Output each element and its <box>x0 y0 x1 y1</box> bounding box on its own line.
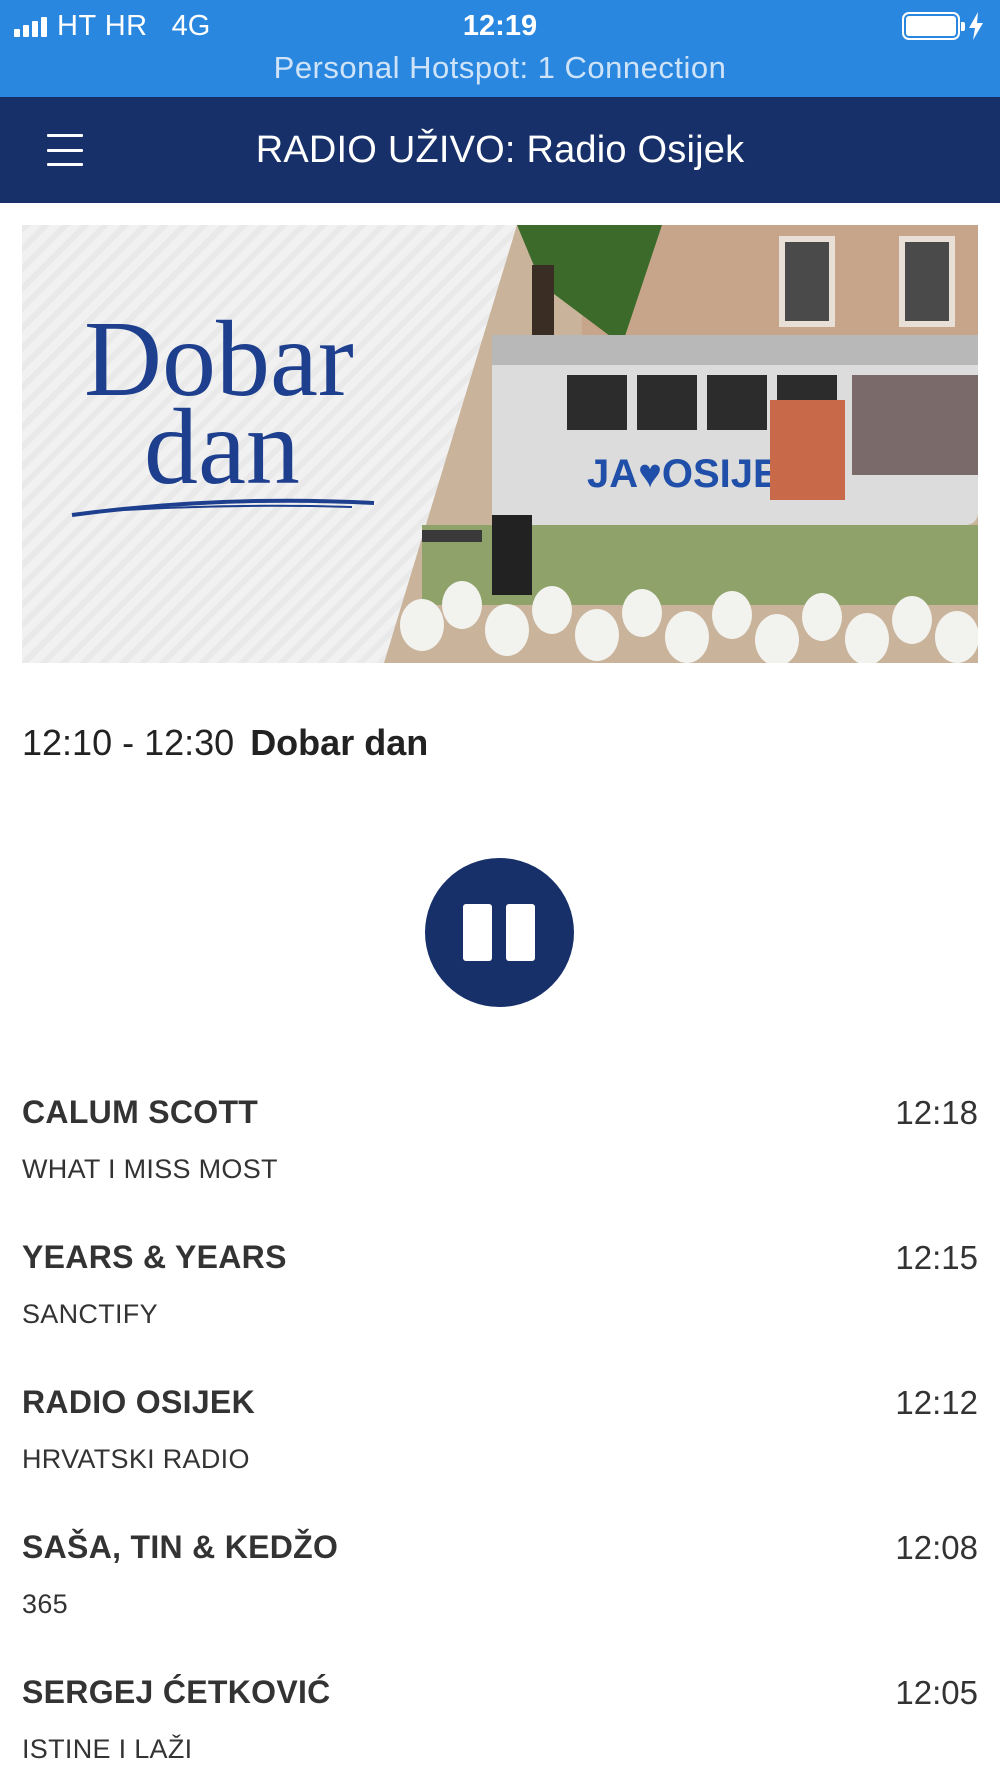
list-item[interactable]: YEARS & YEARS SANCTIFY 12:15 <box>22 1233 978 1378</box>
app-header: RADIO UŽIVO: Radio Osijek <box>0 97 1000 203</box>
show-name: Dobar dan <box>250 722 429 763</box>
hotspot-banner[interactable]: Personal Hotspot: 1 Connection <box>0 50 1000 86</box>
track-list: CALUM SCOTT WHAT I MISS MOST 12:18 YEARS… <box>22 1088 978 1778</box>
track-artist: SERGEJ ĆETKOVIĆ <box>22 1674 331 1710</box>
track-title: ISTINE I LAŽI <box>22 1734 193 1764</box>
track-artist: RADIO OSIJEK <box>22 1384 255 1420</box>
status-right <box>902 10 986 42</box>
track-title: 365 <box>22 1589 68 1619</box>
track-artist: YEARS & YEARS <box>22 1239 287 1275</box>
pause-button[interactable] <box>425 858 574 1007</box>
page-title: RADIO UŽIVO: Radio Osijek <box>255 129 745 171</box>
track-title: WHAT I MISS MOST <box>22 1154 278 1184</box>
track-title: SANCTIFY <box>22 1299 158 1329</box>
list-item[interactable]: CALUM SCOTT WHAT I MISS MOST 12:18 <box>22 1088 978 1233</box>
track-time: 12:05 <box>895 1674 978 1711</box>
list-item[interactable]: SAŠA, TIN & KEDŽO 365 12:08 <box>22 1523 978 1668</box>
track-time: 12:12 <box>895 1384 978 1421</box>
track-time: 12:08 <box>895 1529 978 1566</box>
track-artist: SAŠA, TIN & KEDŽO <box>22 1529 339 1565</box>
svg-text:dan: dan <box>144 388 300 507</box>
list-item[interactable]: SERGEJ ĆETKOVIĆ ISTINE I LAŽI 12:05 <box>22 1668 978 1778</box>
track-time: 12:15 <box>895 1239 978 1276</box>
show-banner-image: JA♥OSIJEK Dobar dan <box>22 225 978 663</box>
status-bar: HT HR 4G 12:19 Personal Hotspot: 1 Conne… <box>0 0 1000 97</box>
show-time-range: 12:10 - 12:30 <box>22 722 235 763</box>
status-time: 12:19 <box>462 10 538 42</box>
track-title: HRVATSKI RADIO <box>22 1444 250 1474</box>
list-item[interactable]: RADIO OSIJEK HRVATSKI RADIO 12:12 <box>22 1378 978 1523</box>
battery-icon <box>902 12 965 40</box>
track-time: 12:18 <box>895 1094 978 1131</box>
charging-bolt-icon <box>969 12 983 40</box>
track-artist: CALUM SCOTT <box>22 1094 259 1130</box>
current-show: 12:10 - 12:30 Dobar dan <box>22 722 428 764</box>
pause-icon <box>463 904 492 961</box>
